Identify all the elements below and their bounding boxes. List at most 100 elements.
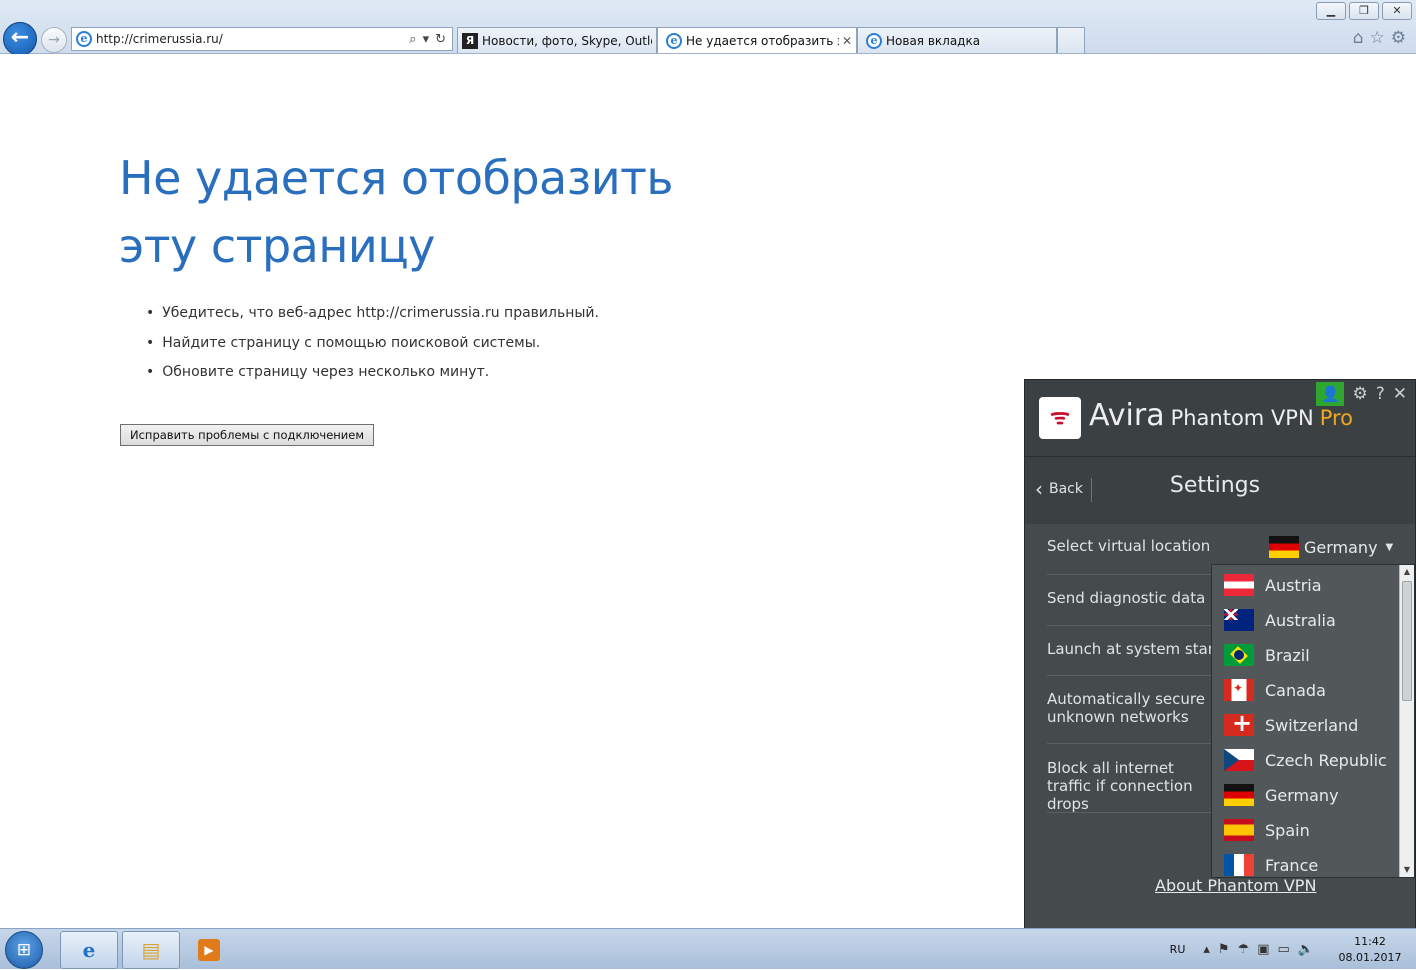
taskbar-explorer-button[interactable]: ▤ [122,931,180,969]
location-option-label: France [1265,855,1319,875]
close-window-button[interactable]: ✕ [1382,2,1412,20]
system-tray: RU ▴ ⚑ ☂ ▣ ▭ 🔈 11:42 08.01.2017 [1170,929,1416,970]
list-item: Убедитесь, что веб-адрес http://crimerus… [146,303,599,333]
fix-connection-button[interactable]: Исправить проблемы с подключением [120,424,375,446]
location-option-germany[interactable]: Germany [1224,781,1339,809]
search-icon[interactable]: ⌕ [409,32,416,47]
tab-new[interactable]: e Новая вкладка [857,27,1057,53]
tab-label: Не удается отобразить эту... [686,33,839,48]
home-icon[interactable]: ⌂ [1353,28,1364,48]
clock[interactable]: 11:42 08.01.2017 [1330,934,1410,966]
device-icon[interactable]: ▣ [1257,942,1269,957]
refresh-icon[interactable]: ↻ [435,32,446,47]
suggestion-list: Убедитесь, что веб-адрес http://crimerus… [146,303,599,392]
location-option-label: Australia [1265,610,1336,630]
brazil-flag-icon [1224,644,1254,666]
location-option-label: Switzerland [1265,715,1359,735]
dropdown-arrow-icon[interactable]: ▾ [423,32,430,47]
tab-label: Новая вкладка [886,33,981,48]
settings-title: Settings [1025,473,1405,498]
switzerland-flag-icon [1224,709,1254,737]
scroll-up-icon[interactable]: ▲ [1400,565,1414,579]
germany-flag-icon [1269,536,1299,558]
location-option-australia[interactable]: Australia [1224,606,1336,634]
clock-date: 08.01.2017 [1338,950,1402,964]
selected-location: Germany [1304,537,1378,557]
france-flag-icon [1224,854,1254,876]
location-option-brazil[interactable]: Brazil [1224,641,1310,669]
chevron-down-icon: ▼ [1385,541,1394,553]
avira-vpn-panel: 👤 ⚙ ? ✕ ᯤ Avira Phantom VPN Pro ‹ Back Set… [1024,379,1416,929]
setting-block-traffic-label: Block all internet traffic if connection… [1047,759,1193,813]
taskbar-ie-button[interactable]: e [60,931,118,969]
scrollbar-thumb[interactable] [1402,581,1412,701]
start-button[interactable]: ⊞ [5,931,43,969]
location-dropdown: Austria Australia Brazil Canada Switzerl… [1211,564,1415,878]
gear-icon[interactable]: ⚙ [1352,384,1367,404]
austria-flag-icon [1224,574,1254,596]
germany-flag-icon [1224,784,1254,806]
address-bar[interactable]: e http://crimerussia.ru/ ⌕ ▾ ↻ [71,27,453,51]
avira-tray-icon[interactable]: ☂ [1238,942,1250,957]
location-option-label: Brazil [1265,645,1310,665]
dropdown-scrollbar[interactable]: ▲ ▼ [1399,565,1414,877]
australia-flag-icon [1224,609,1254,631]
tab-error-page[interactable]: e Не удается отобразить эту... ✕ [657,27,857,53]
divider [1025,456,1415,457]
list-item: Обновите страницу через несколько минут. [146,362,599,392]
page-title: Не удается отобразить эту страницу [119,151,674,273]
location-option-label: Canada [1265,680,1326,700]
back-button[interactable]: ← [3,22,37,56]
ie-page-icon: e [666,32,682,49]
tab-strip: Я Новости, фото, Skype, Outloo... e Не у… [457,27,1085,53]
new-tab-button[interactable] [1057,27,1085,53]
settings-title-text: Settings [1169,473,1261,498]
show-hidden-icons-icon[interactable]: ▴ [1203,942,1210,957]
list-item: Найдите страницу с помощью поисковой сис… [146,333,599,363]
minimize-button[interactable]: ▁ [1316,2,1346,20]
close-icon[interactable]: ✕ [1393,384,1407,404]
taskbar-media-player-button[interactable]: ▶ [198,939,220,961]
window-controls: ▁ ❐ ✕ [1316,2,1412,20]
action-center-flag-icon[interactable]: ⚑ [1218,942,1230,957]
clock-time: 11:42 [1354,934,1386,948]
favorites-star-icon[interactable]: ☆ [1370,28,1385,48]
location-option-canada[interactable]: Canada [1224,676,1326,704]
tab-yandex[interactable]: Я Новости, фото, Skype, Outloo... [457,27,657,53]
canada-flag-icon [1224,679,1254,701]
gear-icon[interactable]: ⚙ [1391,28,1406,48]
forward-button[interactable]: → [41,27,67,53]
ie-page-icon: e [76,31,92,47]
location-option-label: Spain [1265,820,1310,840]
brand-sub: Phantom VPN [1170,406,1314,430]
setting-auto-secure-label: Automatically secure unknown networks [1047,690,1205,726]
restore-button[interactable]: ❐ [1349,2,1379,20]
tab-label: Новости, фото, Skype, Outloo... [482,33,652,48]
brand-pro: Pro [1319,406,1354,430]
language-indicator[interactable]: RU [1170,943,1186,956]
location-option-france[interactable]: France [1224,851,1318,879]
location-option-label: Austria [1265,575,1322,595]
location-select[interactable]: Germany ▼ [1269,536,1393,558]
location-option-spain[interactable]: Spain [1224,816,1310,844]
location-option-label: Czech Republic [1265,750,1387,770]
vpn-brand: Avira Phantom VPN Pro [1089,398,1353,433]
browser-chrome: ▁ ❐ ✕ ← → e http://crimerussia.ru/ ⌕ ▾ ↻… [0,0,1416,56]
czech-flag-icon [1224,749,1254,771]
close-tab-icon[interactable]: ✕ [842,34,852,48]
avira-logo-icon: ᯤ [1039,397,1081,439]
location-option-czech-republic[interactable]: Czech Republic [1224,746,1387,774]
about-link[interactable]: About Phantom VPN [1155,876,1316,895]
yandex-icon: Я [462,32,478,49]
location-option-switzerland[interactable]: Switzerland [1224,709,1359,739]
taskbar: ⊞ e ▤ ▶ RU ▴ ⚑ ☂ ▣ ▭ 🔈 11:42 08.01.2017 [0,928,1416,969]
location-option-austria[interactable]: Austria [1224,571,1322,599]
network-icon[interactable]: ▭ [1278,942,1290,957]
brand-main: Avira [1089,398,1165,433]
scroll-down-icon[interactable]: ▼ [1400,863,1414,877]
location-option-label: Germany [1265,785,1339,805]
help-icon[interactable]: ? [1376,384,1385,404]
ie-page-icon: e [866,32,882,49]
volume-icon[interactable]: 🔈 [1298,942,1314,957]
address-text[interactable]: http://crimerussia.ru/ [96,32,409,46]
